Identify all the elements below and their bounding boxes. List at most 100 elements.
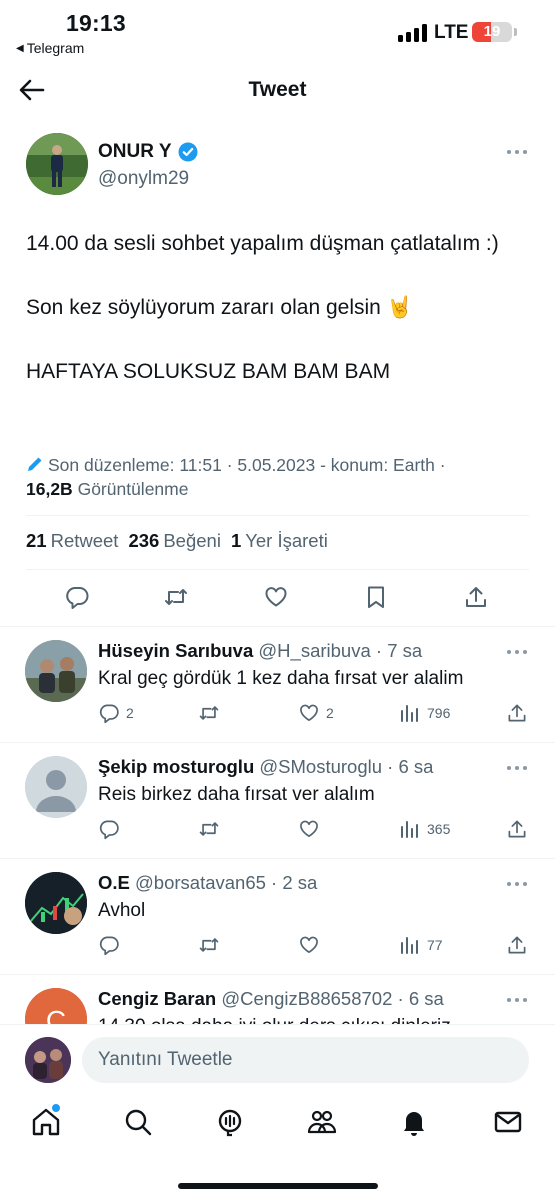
like-icon[interactable] [263,584,289,610]
retweet-button[interactable] [198,934,226,956]
like-icon [300,820,318,838]
battery-icon: 19 [472,22,512,42]
share-icon[interactable] [506,934,528,956]
views-button[interactable]: 77 [399,934,443,956]
reply-avatar[interactable] [25,756,87,818]
top-header: Tweet [0,66,555,114]
retweets-stat[interactable]: 21 Retweet [26,530,118,552]
reply-name[interactable]: Cengiz Baran [98,988,216,1009]
status-time: 19:13 [66,10,126,36]
retweet-icon[interactable] [163,584,189,610]
location-label: - konum: Earth · [320,455,446,475]
more-options-icon[interactable] [507,998,529,1004]
reply-button[interactable] [98,934,126,956]
notification-dot [52,1104,60,1112]
reply-button[interactable] [98,818,126,840]
like-icon [300,936,318,954]
page-title: Tweet [248,78,307,101]
pencil-icon [26,455,44,473]
author-name-text: ONUR Y [98,141,172,162]
reply-header: O.E @borsatavan65 · 2 sa [98,872,317,894]
retweet-icon [199,822,219,836]
back-app-label: Telegram [26,40,85,56]
like-button[interactable]: 2 [298,702,334,724]
back-to-app-link[interactable]: ◀ Telegram [16,40,84,56]
home-indicator [178,1183,378,1189]
divider [26,515,529,516]
reply-actions: 77 [98,934,528,958]
likes-stat[interactable]: 236 Beğeni [128,530,220,552]
bookmarks-count: 1 [230,530,242,551]
like-count: 2 [326,705,334,721]
retweets-count: 21 [26,530,47,551]
reply-handle-time[interactable]: @SMosturoglu · 6 sa [259,756,433,777]
reply-avatar[interactable]: C [25,988,87,1024]
bookmarks-stat[interactable]: 1 Yer İşareti [231,530,328,552]
retweet-button[interactable] [198,702,226,724]
battery-level: 19 [483,23,501,40]
reply-icon [99,820,119,840]
reply-text: 14.30 olsa daha iyi olur ders çıkışı din… [98,1016,451,1024]
reply-actions: 2 2 796 [98,702,528,726]
share-icon[interactable] [463,584,489,610]
messages-icon[interactable] [492,1106,524,1138]
tweet-line: 14.00 da sesli sohbet yapalım düşman çat… [26,232,499,255]
reply-name[interactable]: Hüseyin Sarıbuva [98,640,253,661]
likes-count: 236 [128,530,160,551]
reply-input[interactable]: Yanıtını Tweetle [82,1037,529,1083]
more-options-icon[interactable] [507,766,529,772]
reply-icon[interactable] [64,584,90,610]
author-handle[interactable]: @onylm29 [98,168,189,190]
likes-label: Beğeni [163,530,221,551]
views-label: Görüntülenme [77,479,189,499]
edited-info[interactable]: Son düzenleme: 11:51 · 5.05.2023 - konum… [26,453,536,501]
reply-item[interactable]: Şekip mosturoglu @SMosturoglu · 6 sa Rei… [0,742,555,858]
share-icon[interactable] [506,818,528,840]
reply-icon [99,704,119,724]
communities-icon[interactable] [306,1106,338,1138]
author-name[interactable]: ONUR Y [98,141,198,163]
retweet-button[interactable] [198,818,226,840]
reply-name[interactable]: O.E [98,872,130,893]
reply-actions: 365 [98,818,528,842]
tweet-line: HAFTAYA SOLUKSUZ BAM BAM BAM [26,360,391,383]
reply-count: 2 [126,705,134,721]
like-button[interactable] [298,818,326,840]
reply-header: Cengiz Baran @CengizB88658702 · 6 sa [98,988,444,1010]
reply-button[interactable]: 2 [98,702,134,724]
author-avatar[interactable] [26,133,88,195]
svg-text:C: C [46,1005,66,1024]
tweet-actions [26,584,529,614]
reply-item[interactable]: O.E @borsatavan65 · 2 sa Avhol 77 [0,858,555,974]
views-count: 16,2B [26,479,73,499]
more-options-icon[interactable] [507,650,529,656]
reply-item[interactable]: Hüseyin Sarıbuva @H_saribuva · 7 sa Kral… [0,626,555,742]
share-icon[interactable] [506,702,528,724]
more-options-icon[interactable] [507,150,529,156]
reply-name[interactable]: Şekip mosturoglu [98,756,254,777]
search-icon[interactable] [122,1106,154,1138]
reply-composer: Yanıtını Tweetle [0,1024,555,1092]
edited-label: Son düzenleme: 11:51 · 5.05.2023 [48,455,316,475]
bookmark-icon[interactable] [363,584,389,610]
notifications-icon[interactable] [398,1106,430,1138]
like-icon [300,704,318,722]
reply-handle-time[interactable]: @borsatavan65 · 2 sa [135,872,317,893]
reply-text: Avhol [98,900,146,921]
spaces-icon[interactable] [214,1106,246,1138]
more-options-icon[interactable] [507,882,529,888]
user-avatar[interactable] [25,1037,71,1083]
tweet-text: 14.00 da sesli sohbet yapalım düşman çat… [26,228,526,388]
reply-text: Reis birkez daha fırsat ver alalım [98,784,375,805]
reply-avatar[interactable] [25,872,87,934]
reply-header: Hüseyin Sarıbuva @H_saribuva · 7 sa [98,640,422,662]
divider [26,569,529,570]
reply-handle-time[interactable]: @H_saribuva · 7 sa [258,640,422,661]
reply-handle-time[interactable]: @CengizB88658702 · 6 sa [221,988,443,1009]
reply-avatar[interactable] [25,640,87,702]
battery-tip [514,28,517,36]
views-button[interactable]: 796 [399,702,450,724]
reply-item[interactable]: C Cengiz Baran @CengizB88658702 · 6 sa 1… [0,974,555,1024]
views-button[interactable]: 365 [399,818,450,840]
like-button[interactable] [298,934,326,956]
